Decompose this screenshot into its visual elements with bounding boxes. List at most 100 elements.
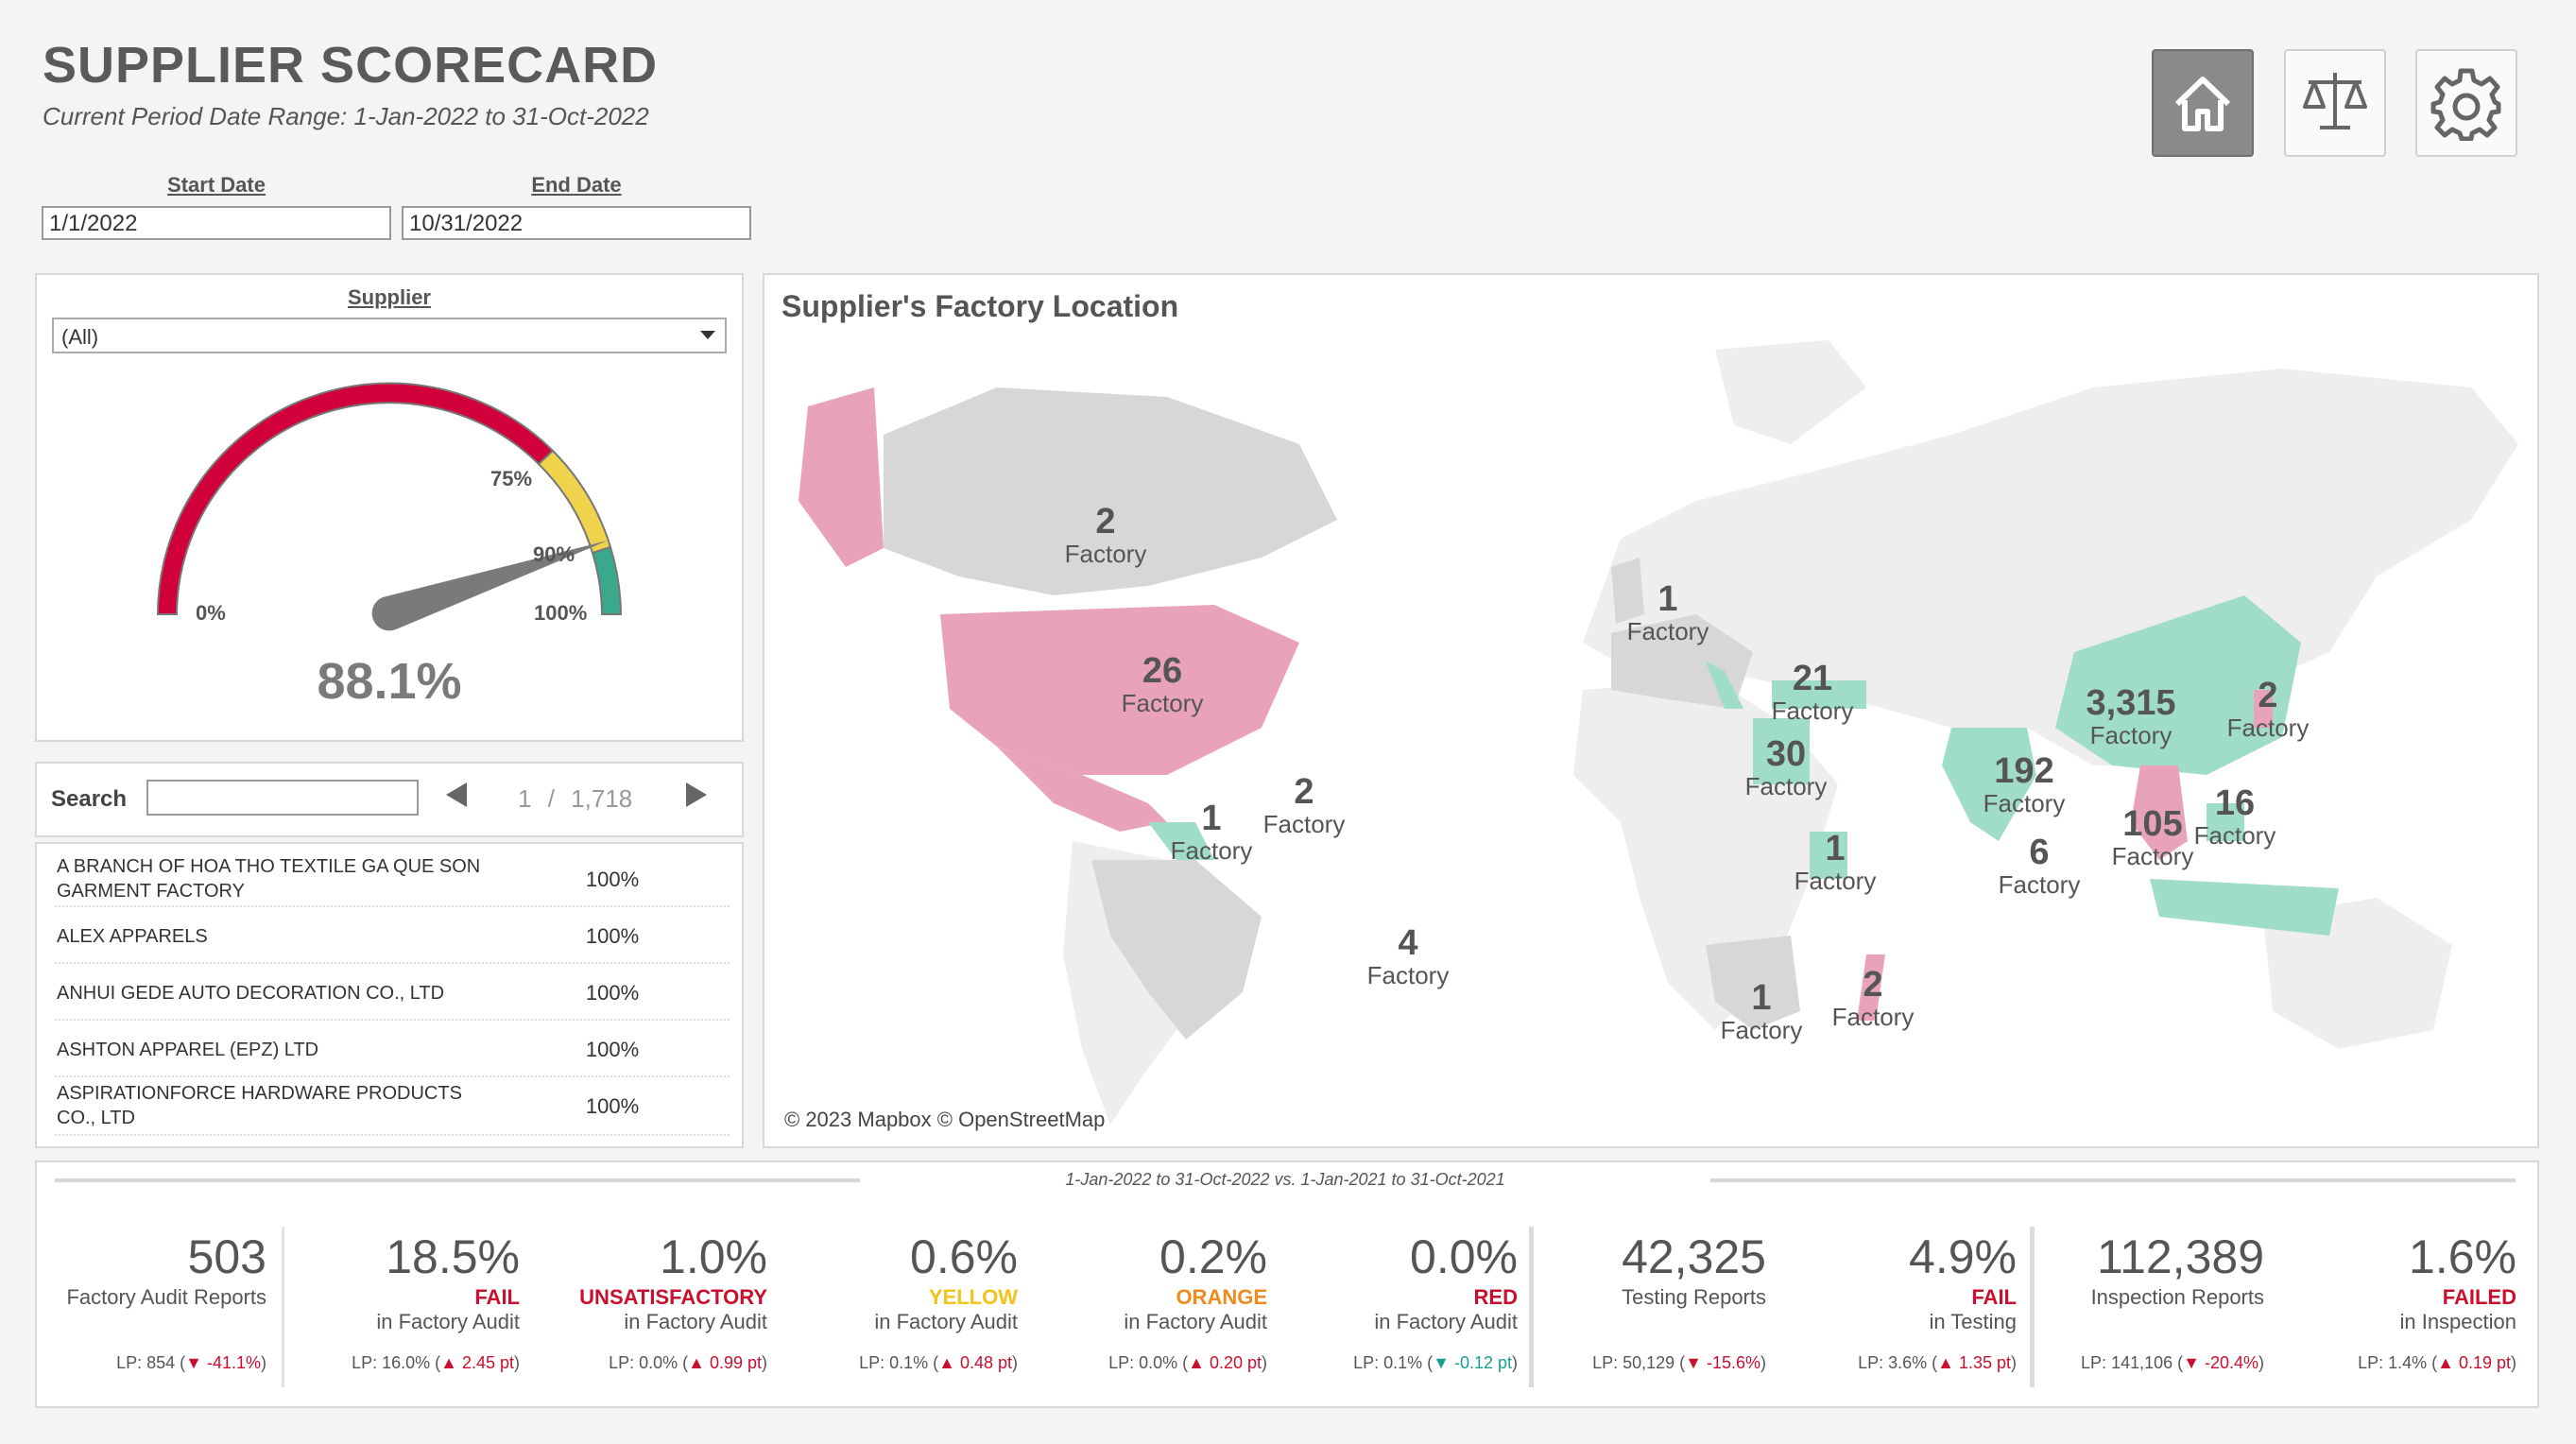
map-label-canada[interactable]: 2 Factory: [1049, 503, 1162, 567]
gauge-tick-0: 0%: [196, 601, 226, 625]
factory-unit: Factory: [1720, 1016, 1803, 1044]
kpi-caption: Inspection Reports: [2090, 1285, 2264, 1309]
kpi-caption: Testing Reports: [1622, 1285, 1766, 1309]
factory-unit: Factory: [1121, 689, 1204, 717]
supplier-score: 100%: [585, 868, 640, 891]
supplier-name: ANHUI GEDE AUTO DECORATION CO., LTD: [57, 983, 445, 1004]
home-button[interactable]: [2152, 49, 2254, 157]
factory-count: 2: [1095, 502, 1116, 542]
supplier-dropdown[interactable]: (All): [52, 318, 727, 353]
kpi-last-period-close: ): [2011, 1353, 2017, 1372]
map-title: Supplier's Factory Location: [781, 289, 1179, 323]
kpi-last-period: LP: 3.6% (▲ 1.35 pt): [1858, 1353, 2017, 1373]
kpi-last-period-value: LP: 0.0% (: [609, 1353, 689, 1372]
gauge-tick-100: 100%: [534, 601, 587, 625]
kpi-tile: 0.0% RED in Factory Audit LP: 0.1% (▼ -0.12…: [1291, 1229, 1518, 1372]
factory-unit: Factory: [1744, 772, 1828, 800]
kpi-delta: ▼ -15.6%: [1685, 1353, 1760, 1372]
kpi-last-period: LP: 0.1% (▲ 0.48 pt): [859, 1353, 1018, 1373]
end-date-input[interactable]: 10/31/2022: [402, 206, 751, 240]
page-indicator: 1 / 1,718: [518, 784, 632, 814]
divider-right: [1710, 1178, 2516, 1182]
kpi-tile: 0.6% YELLOW in Factory Audit LP: 0.1% (▲ 0.…: [791, 1229, 1018, 1372]
list-item[interactable]: ASHTON APPAREL (EPZ) LTD 100%: [55, 1021, 730, 1077]
factory-count: 2: [1294, 772, 1314, 812]
kpi-tile: 112,389 Inspection Reports LP: 141,106 (▼ …: [2037, 1229, 2264, 1372]
prev-page-button[interactable]: [446, 782, 467, 814]
settings-button[interactable]: [2415, 49, 2517, 157]
kpi-caption: Factory Audit Reports: [66, 1285, 266, 1309]
kpi-last-period-value: LP: 3.6% (: [1858, 1353, 1938, 1372]
factory-unit: Factory: [1794, 867, 1877, 895]
list-item[interactable]: ALEX APPARELS 100%: [55, 907, 730, 964]
kpi-last-period-close: ): [762, 1353, 767, 1372]
kpi-delta: ▲ 0.99 pt: [688, 1353, 762, 1372]
search-input[interactable]: [146, 780, 419, 816]
factory-count: 1: [1825, 829, 1846, 868]
kpi-last-period: LP: 854 (▼ -41.1%): [116, 1353, 266, 1373]
factory-unit: Factory: [1626, 617, 1709, 645]
kpi-value: 42,325: [1622, 1230, 1766, 1283]
kpi-last-period: LP: 16.0% (▲ 2.45 pt): [352, 1353, 520, 1373]
kpi-tile: 1.0% UNSATISFACTORY in Factory Audit LP: 0.…: [541, 1229, 767, 1372]
kpi-status-label: FAIL: [1971, 1285, 2017, 1309]
next-page-button[interactable]: [686, 782, 707, 814]
page-total: 1,718: [571, 784, 633, 813]
map-label-southern-africa[interactable]: 1 Factory: [1705, 979, 1818, 1043]
map-label-sri-lanka[interactable]: 6 Factory: [1983, 834, 2096, 898]
kpi-value: 112,389: [2096, 1230, 2264, 1283]
factory-unit: Factory: [2089, 721, 2172, 749]
kpi-status-label: YELLOW: [928, 1285, 1018, 1309]
map-label-madagascar[interactable]: 2 Factory: [1816, 966, 1930, 1030]
supplier-name: ALEX APPARELS: [57, 926, 208, 947]
factory-count: 1: [1657, 579, 1678, 619]
list-item[interactable]: ASPIRATIONFORCE HARDWARE PRODUCTS CO., L…: [55, 1077, 730, 1136]
kpi-value: 1.6%: [2409, 1230, 2516, 1283]
map-label-egypt[interactable]: 30 Factory: [1729, 735, 1843, 799]
map-label-uk[interactable]: 1 Factory: [1611, 580, 1725, 645]
factory-count: 16: [2214, 783, 2256, 823]
map-label-india[interactable]: 192 Factory: [1967, 752, 2081, 817]
page-current: 1: [518, 784, 532, 813]
kpi-delta: ▼ -0.12 pt: [1433, 1353, 1512, 1372]
kpi-last-period-close: ): [261, 1353, 266, 1372]
map-label-china[interactable]: 3,315 Factory: [2065, 684, 2197, 748]
factory-unit: Factory: [2226, 713, 2310, 742]
gauge-yellow-arc: [537, 449, 612, 555]
list-item[interactable]: ANHUI GEDE AUTO DECORATION CO., LTD 100%: [55, 964, 730, 1021]
kpi-value: 18.5%: [386, 1230, 520, 1283]
kpi-last-period-value: LP: 1.4% (: [2358, 1353, 2438, 1372]
kpi-value: 1.0%: [660, 1230, 767, 1283]
kpi-value: 4.9%: [1909, 1230, 2017, 1283]
arrow-right-icon: [686, 782, 707, 807]
map-label-korea[interactable]: 2 Factory: [2211, 677, 2325, 741]
kpi-last-period: LP: 50,129 (▼ -15.6%): [1592, 1353, 1766, 1373]
map-label-philippines[interactable]: 16 Factory: [2178, 784, 2292, 849]
map-label-brazil[interactable]: 4 Factory: [1351, 924, 1465, 988]
factory-unit: Factory: [1983, 789, 2066, 817]
divider-left: [55, 1178, 860, 1182]
compare-button[interactable]: [2284, 49, 2386, 157]
kpi-value: 0.6%: [910, 1230, 1018, 1283]
kpi-last-period-close: ): [1012, 1353, 1018, 1372]
map-label-kenya[interactable]: 1 Factory: [1778, 830, 1892, 894]
kpi-caption: in Testing: [1929, 1310, 2017, 1333]
gauge-tick-75: 75%: [490, 467, 532, 490]
kpi-status-label: FAILED: [2442, 1285, 2516, 1309]
map-label-caribbean[interactable]: 2 Factory: [1247, 773, 1361, 837]
gauge-value: 88.1%: [317, 653, 462, 710]
page-title: SUPPLIER SCORECARD: [43, 37, 659, 94]
map-label-usa[interactable]: 26 Factory: [1106, 652, 1219, 716]
page-separator: /: [547, 784, 555, 813]
kpi-tile: 4.9% FAIL in Testing LP: 3.6% (▲ 1.35 pt): [1790, 1229, 2017, 1372]
kpi-separator: [282, 1227, 284, 1387]
kpi-status-label: FAIL: [474, 1285, 520, 1309]
kpi-tile: 1.6% FAILED in Inspection LP: 1.4% (▲ 0.19 …: [2290, 1229, 2516, 1372]
factory-count: 3,315: [2086, 683, 2176, 723]
kpi-delta: ▲ 0.20 pt: [1188, 1353, 1262, 1372]
start-date-input[interactable]: 1/1/2022: [42, 206, 391, 240]
list-item[interactable]: A BRANCH OF HOA THO TEXTILE GA QUE SON G…: [55, 851, 730, 907]
date-range-subtitle: Current Period Date Range: 1-Jan-2022 to…: [43, 102, 649, 130]
map-label-turkey[interactable]: 21 Factory: [1756, 660, 1869, 724]
kpi-tile: 42,325 Testing Reports LP: 50,129 (▼ -15.6…: [1539, 1229, 1766, 1372]
